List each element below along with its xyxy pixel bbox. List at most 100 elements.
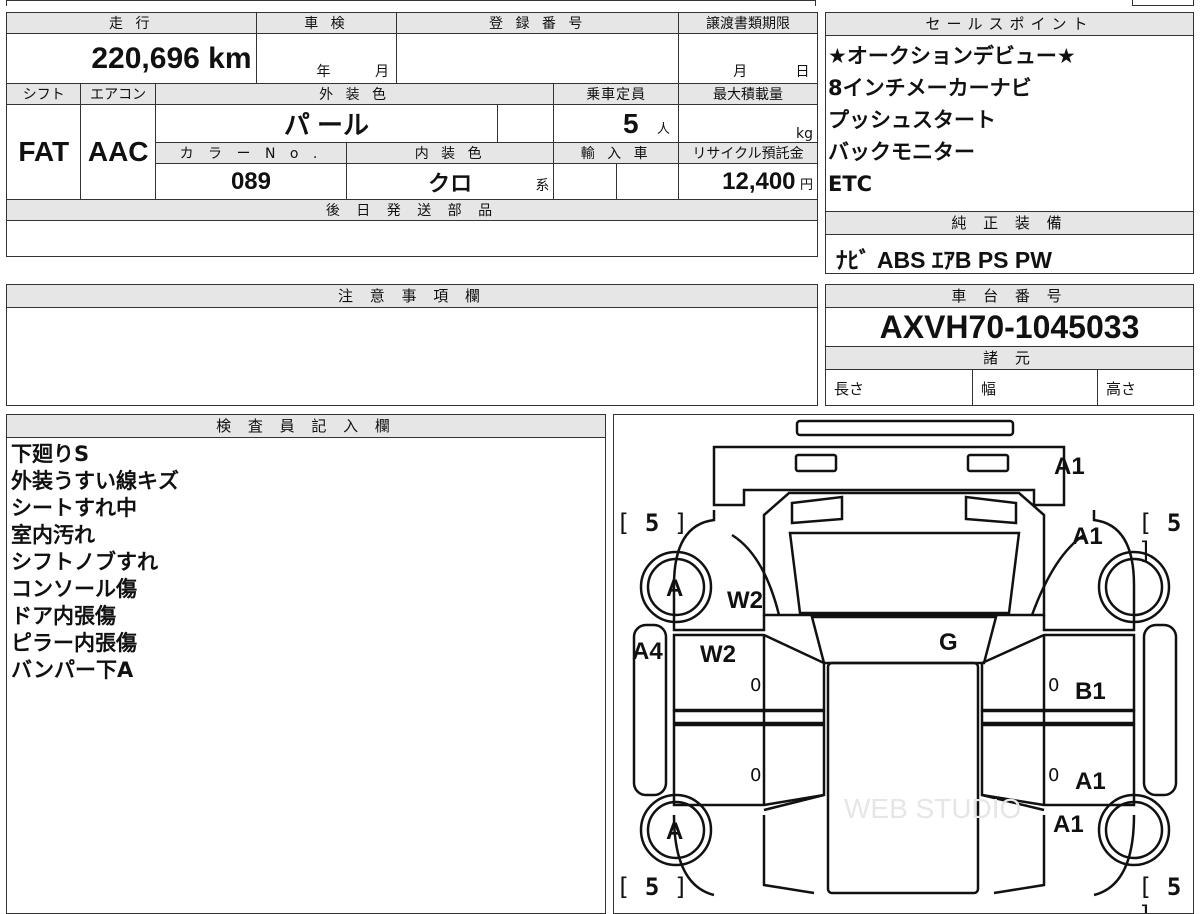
wheel-rear-left-label: A: [666, 818, 684, 845]
inspector-note-line: 外装うすい線キズ: [11, 469, 179, 493]
interior-color-suffix: 系: [535, 178, 550, 194]
notes-header: 注 意 事 項 欄: [7, 285, 817, 308]
chassis-number: AXVH70-1045033: [826, 308, 1193, 347]
chassis-panel: 車 台 番 号 AXVH70-1045033 諸 元 長さ 幅 高さ: [825, 284, 1194, 406]
later-shipped-parts-value: [6, 220, 818, 257]
transfer-month: 月: [733, 64, 748, 80]
condition-diagram-panel: WEB STUDIO [ 5 ] [ 5 ] [ 5 ] [ 5 ] A A A…: [613, 414, 1194, 914]
inspector-note-line: ドア内張傷: [11, 604, 116, 628]
front-right-fender-label: A1: [1072, 523, 1103, 550]
import-cell-2: [615, 163, 680, 200]
left-front-panel-label: W2: [727, 587, 763, 614]
inspector-note-line: 室内汚れ: [11, 523, 95, 547]
specs-header: 諸 元: [826, 347, 1193, 370]
shift-value: FAT: [5, 104, 82, 200]
inspector-note-line: ピラー内張傷: [11, 631, 137, 655]
sales-point-line: ETC: [828, 172, 873, 196]
tire-front-right: [ 5 ]: [1138, 509, 1182, 565]
sales-points-header: セールスポイント: [826, 13, 1193, 36]
capacity-unit: 人: [657, 121, 671, 137]
color-number-label: カ ラ ー N o .: [154, 142, 348, 164]
tire-front-right-value: 5: [1166, 509, 1182, 537]
interior-color-label: 内 装 色: [346, 142, 555, 164]
shaken-cell: 年 月: [255, 33, 398, 84]
transfer-deadline-label: 譲渡書類期限: [678, 12, 818, 34]
capacity-cell: 5 人: [553, 104, 680, 143]
genuine-equipment-value: ﾅﾋﾞ ABS ｴｱB PS PW: [836, 247, 1052, 273]
max-load-unit: kg: [796, 126, 813, 142]
vehicle-info-table: 走 行 車 検 登 録 番 号 譲渡書類期限 220,696 km 年 月 月 …: [5, 12, 818, 257]
tire-front-left-value: 5: [644, 509, 660, 537]
top-strip-right: [1132, 0, 1194, 6]
roof-shape: [810, 615, 998, 665]
shaken-label: 車 検: [255, 12, 398, 34]
mileage-cell: 220,696 km: [6, 33, 257, 84]
tire-rear-left: [ 5 ]: [616, 873, 689, 901]
chassis-header: 車 台 番 号: [826, 285, 1193, 308]
door-zero-4: 0: [1048, 765, 1060, 786]
inspector-note-line: シートすれ中: [11, 496, 137, 520]
roof-label: G: [939, 629, 958, 656]
watermark: WEB STUDIO: [844, 793, 1022, 824]
windshield-shape: [788, 531, 1021, 615]
specs-row: 長さ 幅 高さ: [826, 370, 1193, 406]
genuine-equipment-header: 純 正 装 備: [826, 212, 1193, 235]
shift-label: シフト: [5, 83, 82, 105]
transfer-deadline-cell: 月 日: [678, 33, 818, 84]
wheel-front-left-label: A: [666, 575, 684, 602]
aircon-label: エアコン: [80, 83, 156, 105]
interior-color-cell: クロ 系: [346, 163, 555, 200]
sales-points-list: ★オークションデビュー★ 8インチメーカーナビ プッシュスタート バックモニター ETC: [826, 36, 1193, 200]
right-front-door-label: B1: [1075, 678, 1106, 705]
right-rear-door-label: A1: [1075, 768, 1106, 795]
tire-rear-right: [ 5 ]: [1138, 873, 1182, 913]
registration-number-value: [396, 33, 680, 84]
right-rear-fender-label: A1: [1053, 811, 1084, 838]
registration-number-label: 登 録 番 号: [396, 12, 680, 34]
cabin-shape: [826, 661, 980, 895]
genuine-equipment-panel: 純 正 装 備 ﾅﾋﾞ ABS ｴｱB PS PW: [825, 211, 1194, 274]
left-rear-door-shape: [672, 723, 826, 807]
width-label: 幅: [973, 370, 1098, 406]
recycle-fee-label: リサイクル預託金: [678, 142, 818, 164]
shaken-month: 月: [374, 64, 389, 80]
inspector-note-line: 下廻りS: [11, 442, 90, 466]
interior-color-value: クロ: [428, 170, 473, 196]
tire-rear-right-value: 5: [1166, 873, 1182, 901]
recycle-fee-cell: 12,400 円: [678, 163, 818, 200]
inspector-header: 検 査 員 記 入 欄: [7, 415, 605, 438]
right-sill-shape: [1142, 623, 1178, 797]
capacity-label: 乗車定員: [553, 83, 680, 105]
door-zero-1: 0: [750, 675, 762, 696]
hood-shape: [762, 491, 1046, 617]
aircon-value: AAC: [80, 104, 156, 200]
color-number-value: 089: [154, 163, 348, 200]
top-strip: [6, 0, 816, 6]
front-grille-shape: [795, 419, 1015, 437]
import-label: 輸 入 車: [553, 142, 680, 164]
later-shipped-parts-label: 後 日 発 送 部 品: [6, 199, 818, 221]
inspector-panel: 検 査 員 記 入 欄 下廻りS 外装うすい線キズ シートすれ中 室内汚れシフトノブす…: [6, 414, 606, 914]
sales-point-line: バックモニター: [828, 140, 975, 164]
length-label: 長さ: [826, 370, 973, 406]
sales-point-line: プッシュスタート: [828, 108, 996, 132]
mileage-label: 走 行: [6, 12, 257, 34]
left-pillar-label: A4: [632, 638, 663, 665]
max-load-label: 最大積載量: [678, 83, 818, 105]
inspector-note-line: シフトノブすれ: [11, 550, 158, 574]
left-front-door-label: W2: [700, 641, 736, 668]
front-bumper-shape: [712, 445, 1066, 507]
sales-point-line: 8インチメーカーナビ: [828, 76, 1032, 100]
recycle-fee-unit: 円: [799, 177, 813, 193]
shaken-year: 年: [316, 64, 331, 80]
left-front-door-shape: [672, 633, 826, 712]
transfer-day: 日: [795, 64, 810, 80]
recycle-fee-value: 12,400: [722, 167, 796, 195]
exterior-color-value: パ ール: [154, 104, 498, 143]
tire-front-left: [ 5 ]: [616, 509, 689, 537]
inspector-notes-list: 下廻りS 外装うすい線キズ シートすれ中 室内汚れ シフトノブすれ コンソール傷 ドア内張傷…: [7, 438, 605, 684]
exterior-color-label: 外 装 色: [154, 83, 555, 105]
height-label: 高さ: [1106, 380, 1137, 398]
exterior-color-extra: [496, 104, 555, 143]
tire-rear-left-value: 5: [644, 873, 660, 901]
